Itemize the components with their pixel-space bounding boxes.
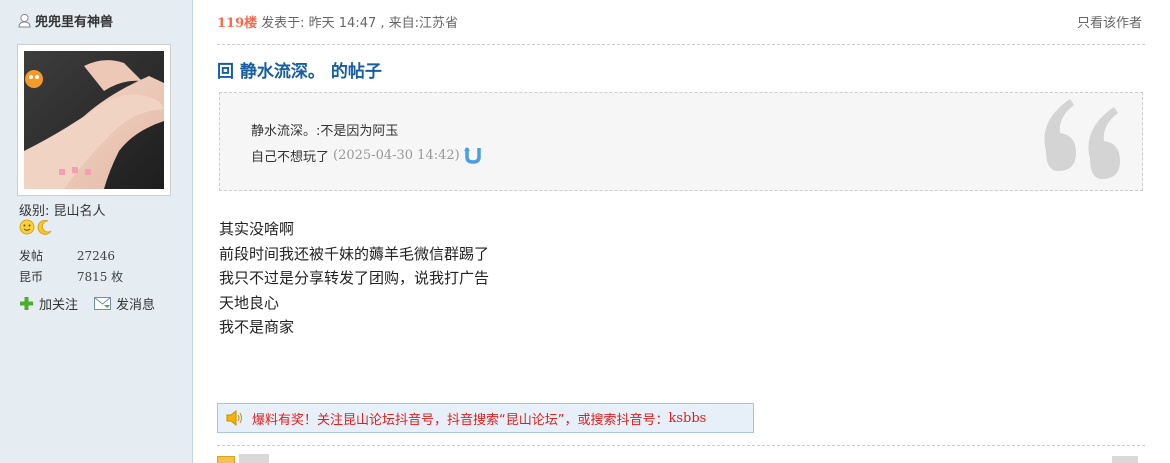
body-line: 我只不过是分享转发了团购，说我打广告: [219, 269, 490, 287]
promo-text: 爆料有奖！关注昆山论坛抖音号，抖音搜索“昆山论坛”，或搜索抖音号：: [252, 412, 669, 428]
promo-banner[interactable]: 爆料有奖！关注昆山论坛抖音号，抖音搜索“昆山论坛”，或搜索抖音号： ksbbs: [217, 403, 754, 433]
floor-number[interactable]: 119楼: [217, 12, 257, 31]
quote-text-line2: 自己不想玩了 (2025-04-30 14:42): [251, 146, 482, 165]
body-line: 其实没啥啊: [219, 220, 295, 238]
author-actions: 加关注 发消息: [19, 294, 171, 313]
author-header: 兜兜里有神兽: [18, 11, 113, 30]
quote-block: 静水流深。:不是因为阿玉 自己不想玩了 (2025-04-30 14:42): [219, 92, 1143, 191]
user-icon: [18, 13, 31, 28]
message-label: 发消息: [116, 298, 156, 313]
stat-coins: 昆币 7815 枚: [19, 268, 123, 285]
body-line: 天地良心: [219, 293, 280, 312]
jump-arrow-icon[interactable]: [463, 147, 482, 164]
level-value: 昆山名人: [53, 204, 106, 219]
header-divider: [217, 44, 1145, 45]
speaker-icon: [226, 410, 242, 426]
quote-text: 静水流深。:不是因为阿玉: [251, 124, 399, 139]
post-header: 119楼 发表于: 昨天 14:47 , 来自:江苏省 只看该作者: [217, 10, 1142, 32]
level-label: 级别:: [19, 204, 50, 219]
quote-timestamp: (2025-04-30 14:42): [333, 148, 460, 163]
avatar-frame[interactable]: [17, 44, 171, 196]
body-line: 前段时间我还被千妹的薅羊毛微信群踢了: [219, 244, 490, 263]
level-row: 级别: 昆山名人: [19, 200, 106, 219]
quote-text: 自己不想玩了: [251, 150, 330, 165]
stat-value: 27246: [76, 249, 116, 263]
folder-icon[interactable]: [217, 456, 235, 463]
badges: [19, 219, 53, 235]
send-message-button[interactable]: 发消息: [94, 294, 155, 313]
post-title: 回 静水流深。 的帖子: [217, 62, 382, 82]
author-name[interactable]: 兜兜里有神兽: [35, 11, 113, 30]
footer-link-placeholder[interactable]: [239, 454, 269, 463]
body-line: 我不是商家: [219, 318, 295, 336]
avatar[interactable]: [24, 51, 164, 189]
author-sidebar: 兜兜里有神兽 级别: 昆山名人 发帖 27246 昆币 7815 枚 加关注 发…: [0, 0, 193, 463]
stat-label: 发帖: [19, 249, 44, 263]
stat-label: 昆币: [19, 270, 44, 284]
only-author-link[interactable]: 只看该作者: [1077, 12, 1142, 31]
stat-posts: 发帖 27246: [19, 247, 115, 264]
stat-value: 7815 枚: [76, 270, 124, 284]
plus-icon: [20, 297, 33, 310]
smile-badge-icon: [19, 219, 35, 235]
follow-label: 加关注: [39, 298, 79, 313]
post-meta: 发表于: 昨天 14:47 , 来自:江苏省: [261, 15, 459, 31]
post-body: 其实没啥啊 前段时间我还被千妹的薅羊毛微信群踢了 我只不过是分享转发了团购，说我…: [219, 217, 489, 340]
follow-button[interactable]: 加关注: [19, 294, 78, 313]
footer-divider: [217, 445, 1145, 446]
quote-mark-icon: [1044, 99, 1120, 179]
mail-icon: [94, 297, 112, 310]
promo-handle: ksbbs: [668, 410, 707, 426]
moon-badge-icon: [37, 219, 52, 235]
footer-right-placeholder[interactable]: [1112, 456, 1138, 463]
